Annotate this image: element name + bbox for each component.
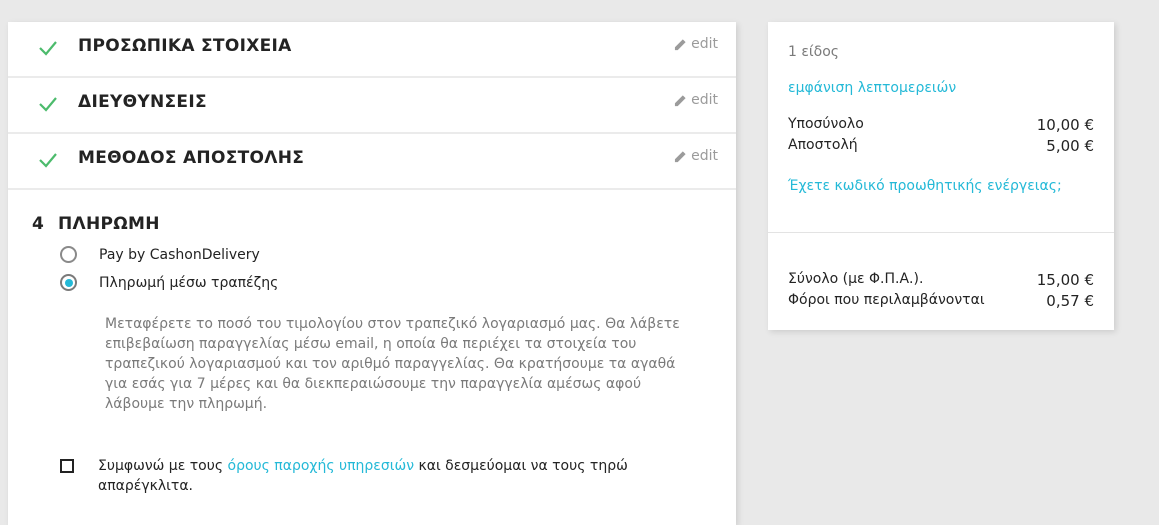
total-value: 15,00 € xyxy=(1036,271,1094,289)
step-addresses[interactable]: ΔΙΕΥΘΥΝΣΕΙΣ edit xyxy=(8,78,736,134)
promo-code-link[interactable]: Έχετε κωδικό προωθητικής ενέργειας; xyxy=(788,178,1062,194)
payment-title: ΠΛΗΡΩΜΗ xyxy=(58,214,160,234)
subtotal-row: Υποσύνολο 10,00 € xyxy=(788,116,1094,134)
step-title: ΜΕΘΟΔΟΣ ΑΠΟΣΤΟΛΗΣ xyxy=(78,148,305,168)
payment-option-cod[interactable]: Pay by CashonDelivery xyxy=(60,246,260,263)
radio-button[interactable] xyxy=(60,246,77,263)
check-icon xyxy=(39,41,57,56)
payment-option-bank[interactable]: Πληρωμή μέσω τραπέζης xyxy=(60,274,278,291)
check-icon xyxy=(39,97,57,112)
items-count: 1 είδος xyxy=(788,44,840,60)
pencil-icon xyxy=(675,150,686,162)
subtotal-value: 10,00 € xyxy=(1036,116,1094,134)
terms-text: Συμφωνώ με τους όρους παροχής υπηρεσιών … xyxy=(98,456,638,496)
terms-agreement: Συμφωνώ με τους όρους παροχής υπηρεσιών … xyxy=(60,456,638,496)
edit-label: edit xyxy=(691,148,718,164)
option-label: Πληρωμή μέσω τραπέζης xyxy=(99,274,279,291)
show-details-link[interactable]: εμφάνιση λεπτομερειών xyxy=(788,80,956,96)
step-number: 4 xyxy=(32,214,44,234)
shipping-row: Αποστολή 5,00 € xyxy=(788,137,1094,155)
edit-button[interactable]: edit xyxy=(674,148,718,164)
check-icon xyxy=(39,153,57,168)
edit-button[interactable]: edit xyxy=(674,36,718,52)
terms-checkbox[interactable] xyxy=(60,459,74,473)
option-label: Pay by CashonDelivery xyxy=(99,246,260,263)
tax-label: Φόροι που περιλαμβάνονται xyxy=(788,292,985,308)
edit-label: edit xyxy=(691,92,718,108)
edit-label: edit xyxy=(691,36,718,52)
terms-link[interactable]: όρους παροχής υπηρεσιών xyxy=(228,458,415,474)
subtotal-label: Υποσύνολο xyxy=(788,116,864,132)
step-shipping-method[interactable]: ΜΕΘΟΔΟΣ ΑΠΟΣΤΟΛΗΣ edit xyxy=(8,134,736,190)
terms-prefix: Συμφωνώ με τους xyxy=(98,458,228,474)
total-row: Σύνολο (με Φ.Π.Α.). 15,00 € xyxy=(788,271,1094,289)
edit-button[interactable]: edit xyxy=(674,92,718,108)
pencil-icon xyxy=(675,38,686,50)
tax-value: 0,57 € xyxy=(1046,292,1094,310)
payment-description: Μεταφέρετε το ποσό του τιμολογίου στον τ… xyxy=(105,316,680,412)
checkout-steps-panel: ΠΡΟΣΩΠΙΚΑ ΣΤΟΙΧΕΙΑ edit ΔΙΕΥΘΥΝΣΕΙΣ edit… xyxy=(8,22,736,525)
total-label: Σύνολο (με Φ.Π.Α.). xyxy=(788,271,924,287)
divider xyxy=(768,232,1114,233)
shipping-value: 5,00 € xyxy=(1046,137,1094,155)
radio-button-selected[interactable] xyxy=(60,274,77,291)
shipping-label: Αποστολή xyxy=(788,137,858,153)
tax-row: Φόροι που περιλαμβάνονται 0,57 € xyxy=(788,292,1094,310)
step-personal-info[interactable]: ΠΡΟΣΩΠΙΚΑ ΣΤΟΙΧΕΙΑ edit xyxy=(8,22,736,78)
step-title: ΔΙΕΥΘΥΝΣΕΙΣ xyxy=(78,92,207,112)
step-title: ΠΡΟΣΩΠΙΚΑ ΣΤΟΙΧΕΙΑ xyxy=(78,36,292,56)
pencil-icon xyxy=(675,94,686,106)
cart-summary: 1 είδος εμφάνιση λεπτομερειών Υποσύνολο … xyxy=(768,22,1114,330)
